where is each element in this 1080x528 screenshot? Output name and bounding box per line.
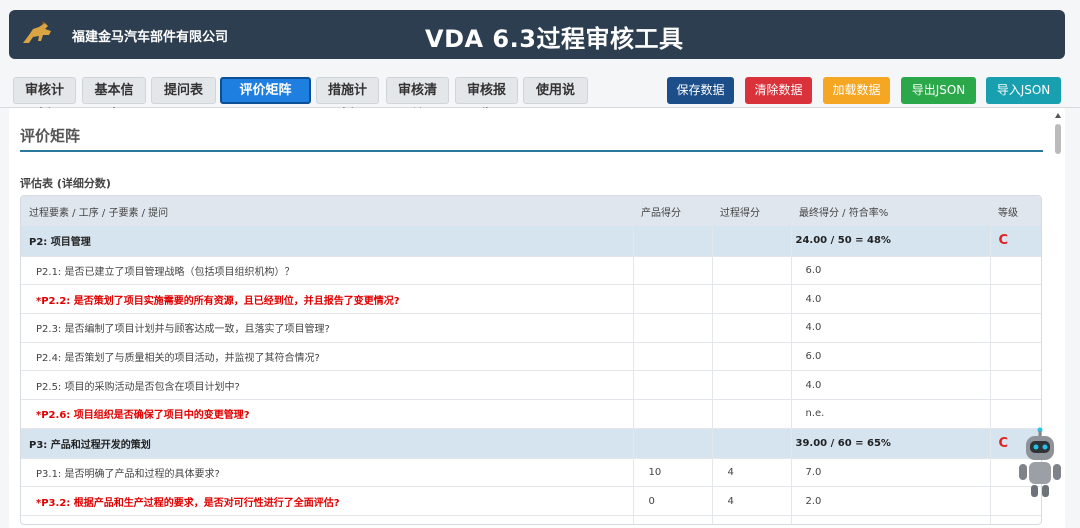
table-row: P2.4: 是否策划了与质量相关的项目活动，并监视了其符合情况? 6.0	[21, 342, 1041, 372]
question-cell: P3.1: 是否明确了产品和过程的具体要求?	[21, 458, 634, 488]
app-title: VDA 6.3过程审核工具	[425, 25, 684, 53]
grade-cell	[990, 342, 1041, 372]
process-score-cell	[712, 515, 792, 524]
table-group-row: P3: 产品和过程开发的策划 39.00 / 60 = 65% C	[21, 428, 1041, 459]
process-score-cell	[712, 284, 792, 314]
tab-action-plan[interactable]: 措施计划	[316, 77, 379, 123]
table-header-row: 过程要素 / 工序 / 子要素 / 提问 产品得分 过程得分 最终得分 / 符合…	[21, 196, 1041, 226]
product-score-cell	[633, 342, 713, 372]
section-divider	[20, 150, 1043, 152]
question-cell: P2.3: 是否编制了项目计划并与顾客达成一致，且落实了项目管理?	[21, 313, 634, 343]
grade-cell	[990, 370, 1041, 400]
final-score-cell: n.e.	[791, 399, 991, 429]
question-cell: P2.5: 项目的采购活动是否包含在项目计划中?	[21, 370, 634, 400]
column-header: 过程得分	[712, 196, 791, 226]
tab-audit-report[interactable]: 审核报告	[455, 77, 518, 123]
process-score-cell	[712, 399, 792, 429]
app-header: 福建金马汽车部件有限公司 VDA 6.3过程审核工具	[9, 10, 1065, 59]
table-row: P3.1: 是否明确了产品和过程的具体要求? 10 4 7.0	[21, 458, 1041, 488]
grade-cell	[990, 313, 1041, 343]
process-score-cell	[712, 226, 792, 257]
question-cell: P3: 产品和过程开发的策划	[21, 428, 634, 459]
column-header: 产品得分	[633, 196, 712, 226]
table-row: *P2.6: 项目组织是否确保了项目中的变更管理? n.e.	[21, 399, 1041, 429]
final-score-cell: 6.0	[791, 256, 991, 286]
product-score-cell	[633, 428, 713, 459]
table-row	[21, 515, 1041, 524]
product-score-cell	[633, 284, 713, 314]
table-group-row: P2: 项目管理 24.00 / 50 = 48% C	[21, 226, 1041, 257]
column-header: 等级	[990, 196, 1041, 226]
save-data-button[interactable]: 保存数据	[667, 77, 734, 104]
load-data-button[interactable]: 加载数据	[823, 77, 890, 104]
process-score-cell	[712, 370, 792, 400]
evaluation-table: 过程要素 / 工序 / 子要素 / 提问 产品得分 过程得分 最终得分 / 符合…	[20, 195, 1042, 525]
export-json-button[interactable]: 导出JSON	[901, 77, 976, 104]
process-score-cell	[712, 256, 792, 286]
grade-cell	[990, 256, 1041, 286]
grade-cell	[990, 399, 1041, 429]
product-score-cell	[633, 515, 713, 524]
process-score-cell	[712, 342, 792, 372]
final-score-cell: 39.00 / 60 = 65%	[791, 428, 991, 459]
grade-cell: C	[990, 226, 1041, 257]
table-row: P2.5: 项目的采购活动是否包含在项目计划中? 4.0	[21, 370, 1041, 400]
product-score-cell	[633, 313, 713, 343]
final-score-cell: 4.0	[791, 370, 991, 400]
question-cell: P2: 项目管理	[21, 226, 634, 257]
grade-badge: C	[998, 435, 1009, 451]
process-score-cell	[712, 313, 792, 343]
question-cell: *P2.6: 项目组织是否确保了项目中的变更管理?	[21, 399, 634, 429]
question-cell: *P3.2: 根据产品和生产过程的要求，是否对可行性进行了全面评估?	[21, 486, 634, 516]
table-subtitle: 评估表 (详细分数)	[20, 177, 111, 190]
tab-audit-plan[interactable]: 审核计划	[13, 77, 76, 123]
table-row: *P3.2: 根据产品和生产过程的要求，是否对可行性进行了全面评估? 0 4 2.0	[21, 486, 1041, 516]
toolbar: 审核计划 基本信息 提问表 评价矩阵 措施计划 审核清单 审核报告 使用说明 保…	[0, 70, 1080, 123]
final-score-cell	[791, 515, 991, 524]
import-json-button[interactable]: 导入JSON	[986, 77, 1061, 104]
scrollbar-thumb[interactable]	[1055, 124, 1061, 154]
question-cell: P2.1: 是否已建立了项目管理战略（包括项目组织机构）？	[21, 256, 634, 286]
grade-cell	[990, 284, 1041, 314]
tab-instructions[interactable]: 使用说明	[523, 77, 588, 123]
final-score-cell: 4.0	[791, 284, 991, 314]
grade-cell	[990, 515, 1041, 524]
product-score-cell	[633, 399, 713, 429]
final-score-cell: 7.0	[791, 458, 991, 488]
company-name: 福建金马汽车部件有限公司	[72, 30, 229, 45]
question-cell: P2.4: 是否策划了与质量相关的项目活动，并监视了其符合情况?	[21, 342, 634, 372]
tab-audit-checklist[interactable]: 审核清单	[386, 77, 449, 123]
clear-data-button[interactable]: 清除数据	[745, 77, 812, 104]
final-score-cell: 24.00 / 50 = 48%	[791, 226, 991, 257]
process-score-cell: 4	[712, 458, 792, 488]
final-score-cell: 6.0	[791, 342, 991, 372]
final-score-cell: 2.0	[791, 486, 991, 516]
question-cell: *P2.2: 是否策划了项目实施需要的所有资源，且已经到位，并且报告了变更情况?	[21, 284, 634, 314]
section-title: 评价矩阵	[20, 127, 81, 145]
column-header: 最终得分 / 符合率%	[791, 196, 990, 226]
product-score-cell: 10	[633, 458, 713, 488]
product-score-cell	[633, 370, 713, 400]
robot-assistant-icon[interactable]	[1015, 427, 1065, 499]
final-score-cell: 4.0	[791, 313, 991, 343]
table-row: *P2.2: 是否策划了项目实施需要的所有资源，且已经到位，并且报告了变更情况?…	[21, 284, 1041, 314]
table-row: P2.1: 是否已建立了项目管理战略（包括项目组织机构）？ 6.0	[21, 256, 1041, 286]
grade-badge: C	[998, 233, 1009, 249]
scroll-up-arrow-icon[interactable]	[1055, 113, 1061, 118]
tab-basic-info[interactable]: 基本信息	[82, 77, 146, 123]
product-score-cell	[633, 226, 713, 257]
horse-logo-icon	[23, 21, 51, 43]
product-score-cell: 0	[633, 486, 713, 516]
question-cell	[21, 515, 634, 524]
process-score-cell: 4	[712, 486, 792, 516]
table-row: P2.3: 是否编制了项目计划并与顾客达成一致，且落实了项目管理? 4.0	[21, 313, 1041, 343]
tab-question-list[interactable]: 提问表	[151, 77, 216, 104]
product-score-cell	[633, 256, 713, 286]
process-score-cell	[712, 428, 792, 459]
column-header: 过程要素 / 工序 / 子要素 / 提问	[21, 196, 633, 226]
tab-evaluation-matrix[interactable]: 评价矩阵	[220, 77, 311, 104]
